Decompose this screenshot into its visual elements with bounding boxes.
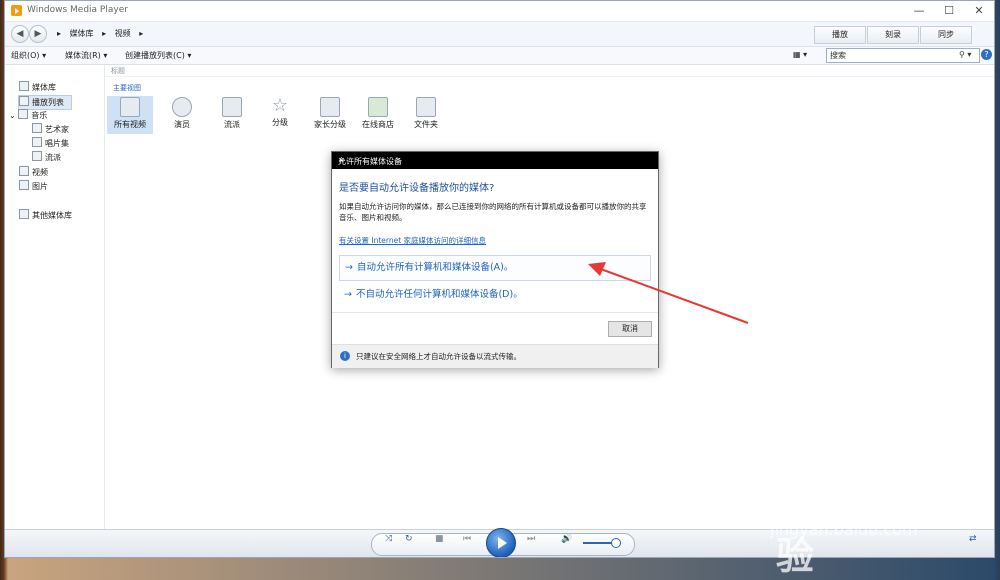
sidebar-item-playlists[interactable]: 播放列表 — [18, 95, 72, 110]
album-icon — [32, 137, 42, 147]
column-header[interactable]: 标题 — [105, 65, 994, 77]
lock-icon — [320, 97, 340, 117]
breadcrumb-sep-icon: ▸ — [139, 29, 144, 38]
info-icon: i — [340, 351, 350, 361]
maximize-button[interactable]: ☐ — [934, 3, 964, 19]
sidebar-item-other-libraries[interactable]: 其他媒体库 — [19, 209, 72, 222]
dialog-question: 是否要自动允许设备播放你的媒体? — [339, 183, 495, 194]
navigation-bar: ◀ ▶ ▸ 媒体库 ▸ 视频 ▸ 播放 刻录 同步 — [5, 22, 994, 47]
deny-all-option[interactable]: → 不自动允许任何计算机和媒体设备(D)。 — [339, 283, 649, 307]
tile-folders[interactable]: 文件夹 — [403, 96, 449, 134]
sidebar-item-library[interactable]: 媒体库 — [19, 81, 56, 94]
artist-icon — [32, 123, 42, 133]
toolbar: 组织(O) ▾ 媒体流(R) ▾ 创建播放列表(C) ▾ ▦ ▾ 搜索 ⚲ ▾ … — [5, 47, 994, 65]
allow-all-option[interactable]: → 自动允许所有计算机和媒体设备(A)。 — [339, 255, 651, 281]
library-icon — [19, 81, 29, 91]
create-playlist-menu[interactable]: 创建播放列表(C) ▾ — [125, 50, 191, 61]
tile-all-videos[interactable]: 所有视频 — [107, 96, 153, 134]
breadcrumb: ▸ 媒体库 ▸ 视频 ▸ — [57, 28, 149, 39]
footer-note: 只建议在安全网络上才自动允许设备以流式传输。 — [356, 352, 521, 361]
search-icon[interactable]: ⚲ ▾ — [959, 50, 971, 59]
minimize-button[interactable]: — — [904, 3, 934, 19]
tab-sync[interactable]: 同步 — [920, 26, 972, 44]
view-options-icon[interactable]: ▦ ▾ — [793, 50, 807, 59]
film-icon — [120, 97, 140, 117]
search-input[interactable]: 搜索 ⚲ ▾ — [826, 48, 980, 63]
dialog-footer: i 只建议在安全网络上才自动允许设备以流式传输。 — [332, 344, 658, 368]
playlist-icon — [19, 96, 29, 106]
arrow-right-icon: → — [345, 262, 353, 273]
tile-online-store[interactable]: 在线商店 — [355, 96, 401, 134]
tab-play[interactable]: 播放 — [814, 26, 866, 44]
tile-parental-rating[interactable]: 家长分级 — [307, 96, 353, 134]
title-bar: Windows Media Player — ☐ ✕ — [5, 1, 994, 22]
media-player-icon — [11, 5, 22, 16]
tile-actors[interactable]: 演员 — [159, 96, 205, 134]
sidebar-item-genres[interactable]: 流派 — [32, 151, 61, 164]
sidebar-item-artists[interactable]: 艺术家 — [32, 123, 69, 136]
tile-genres[interactable]: 流派 — [209, 96, 255, 134]
tab-burn[interactable]: 刻录 — [867, 26, 919, 44]
dialog-close-button[interactable]: ✕ — [338, 156, 652, 165]
details-link[interactable]: 有关设置 Internet 家庭媒体访问的详细信息 — [339, 235, 486, 246]
music-icon — [18, 109, 29, 119]
video-icon — [19, 166, 29, 176]
section-title: 主要视图 — [113, 84, 141, 92]
cancel-button[interactable]: 取消 — [608, 321, 652, 337]
store-icon — [368, 97, 388, 117]
close-button[interactable]: ✕ — [964, 3, 994, 19]
forward-button[interactable]: ▶ — [29, 25, 47, 43]
volume-icon[interactable]: 🔊 — [561, 534, 572, 544]
star-icon: ☆ — [271, 95, 289, 116]
help-icon[interactable]: ? — [981, 49, 992, 60]
breadcrumb-library[interactable]: 媒体库 — [70, 29, 94, 38]
sidebar-item-music[interactable]: ⌄ 音乐 — [9, 109, 47, 122]
breadcrumb-sep-icon: ▸ — [57, 29, 62, 38]
mode-tabs: 播放 刻录 同步 — [814, 26, 974, 44]
sidebar-item-videos[interactable]: 视频 — [19, 166, 48, 179]
genre-icon — [32, 151, 42, 161]
genre-icon — [222, 97, 242, 117]
next-icon[interactable]: ⏭ — [527, 534, 535, 544]
divider — [332, 312, 658, 313]
allow-media-devices-dialog: 允许所有媒体设备 ✕ 是否要自动允许设备播放你的媒体? 如果自动允许访问你的媒体… — [331, 151, 659, 368]
watermark-url: jingyan.baidu.com — [770, 520, 918, 539]
breadcrumb-sep-icon: ▸ — [102, 29, 107, 38]
dialog-body-text: 如果自动允许访问你的媒体，那么已连接到你的网络的所有计算机或设备都可以播放你的共… — [339, 202, 647, 222]
stop-icon[interactable]: ■ — [435, 534, 444, 544]
repeat-icon[interactable]: ↻ — [405, 534, 413, 544]
breadcrumb-video[interactable]: 视频 — [115, 29, 131, 38]
sidebar-item-albums[interactable]: 唱片集 — [32, 137, 69, 150]
organize-menu[interactable]: 组织(O) ▾ — [11, 50, 46, 61]
sidebar-item-pictures[interactable]: 图片 — [19, 180, 48, 193]
previous-icon[interactable]: ⏮ — [463, 534, 471, 544]
shuffle-icon[interactable]: ⤨ — [385, 534, 392, 544]
play-button[interactable] — [486, 528, 516, 557]
person-icon — [172, 97, 192, 117]
picture-icon — [19, 180, 29, 190]
back-button[interactable]: ◀ — [11, 25, 29, 43]
folder-icon — [416, 97, 436, 117]
arrow-right-icon: → — [344, 289, 352, 300]
tile-ratings[interactable]: ☆ 分级 — [257, 96, 303, 134]
stream-menu[interactable]: 媒体流(R) ▾ — [65, 50, 107, 61]
volume-handle[interactable] — [611, 538, 621, 548]
dialog-title-bar: 允许所有媒体设备 ✕ — [332, 152, 658, 169]
window-title: Windows Media Player — [27, 5, 128, 15]
sidebar: 媒体库 播放列表 ⌄ 音乐 艺术家 唱片集 流派 视频 图片 其他媒体库 — [5, 65, 105, 529]
other-library-icon — [19, 209, 29, 219]
